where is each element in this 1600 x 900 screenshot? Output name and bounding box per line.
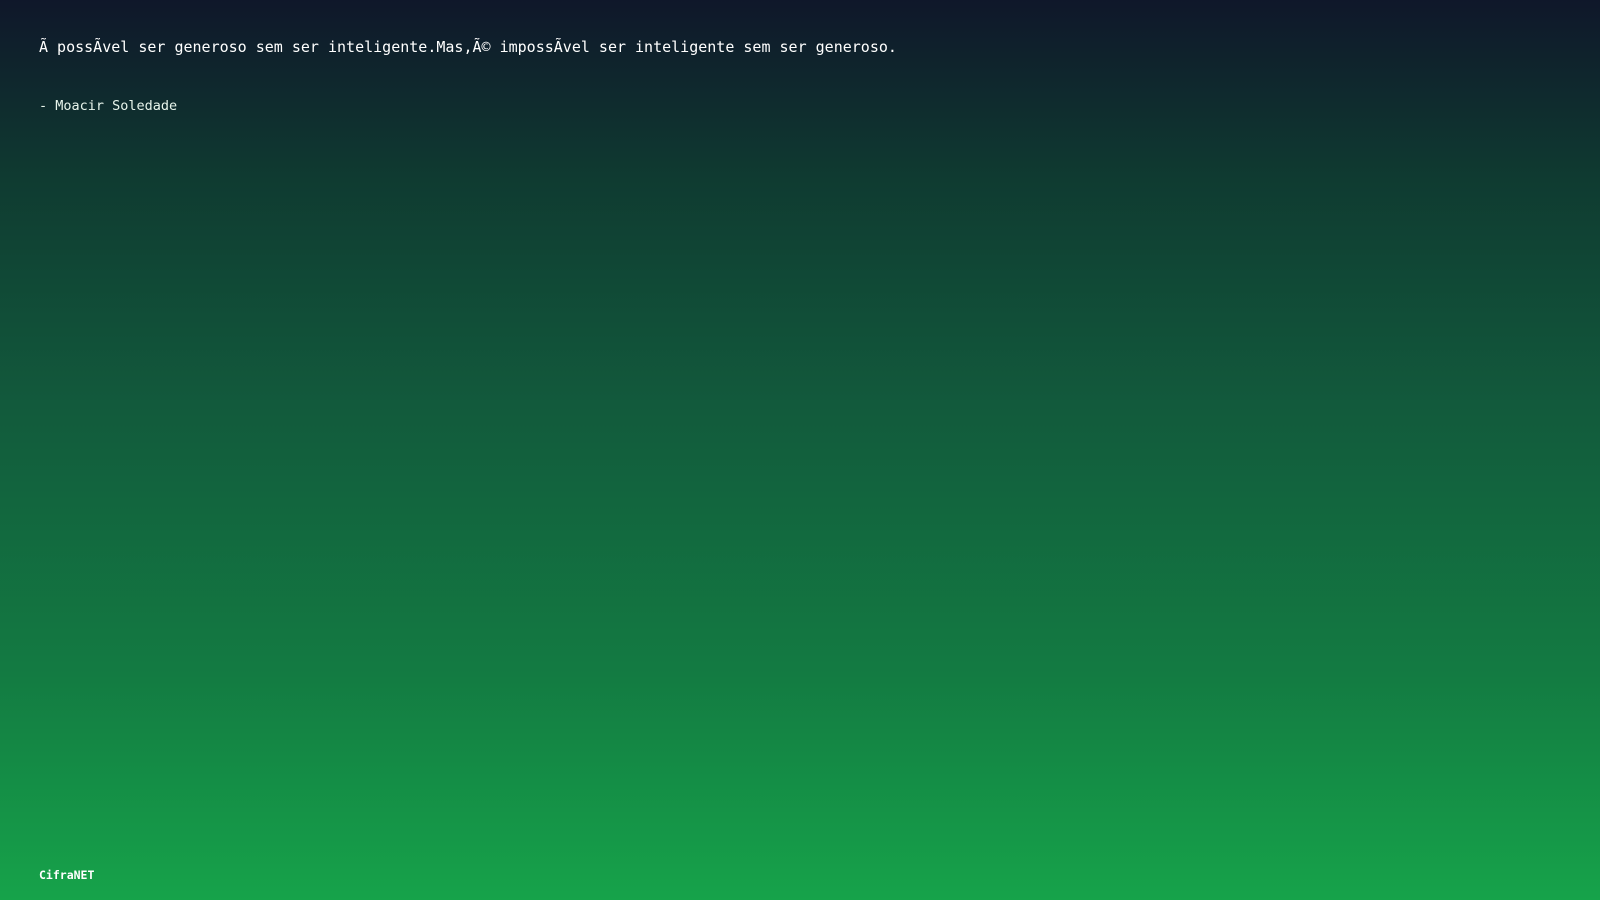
quote-author: - Moacir Soledade: [39, 98, 178, 114]
quote-screen: Ã possÃ­vel ser generoso sem ser intelig…: [0, 0, 1600, 900]
brand-label: CifraNET: [39, 868, 95, 882]
quote-text: Ã possÃ­vel ser generoso sem ser intelig…: [39, 38, 897, 56]
